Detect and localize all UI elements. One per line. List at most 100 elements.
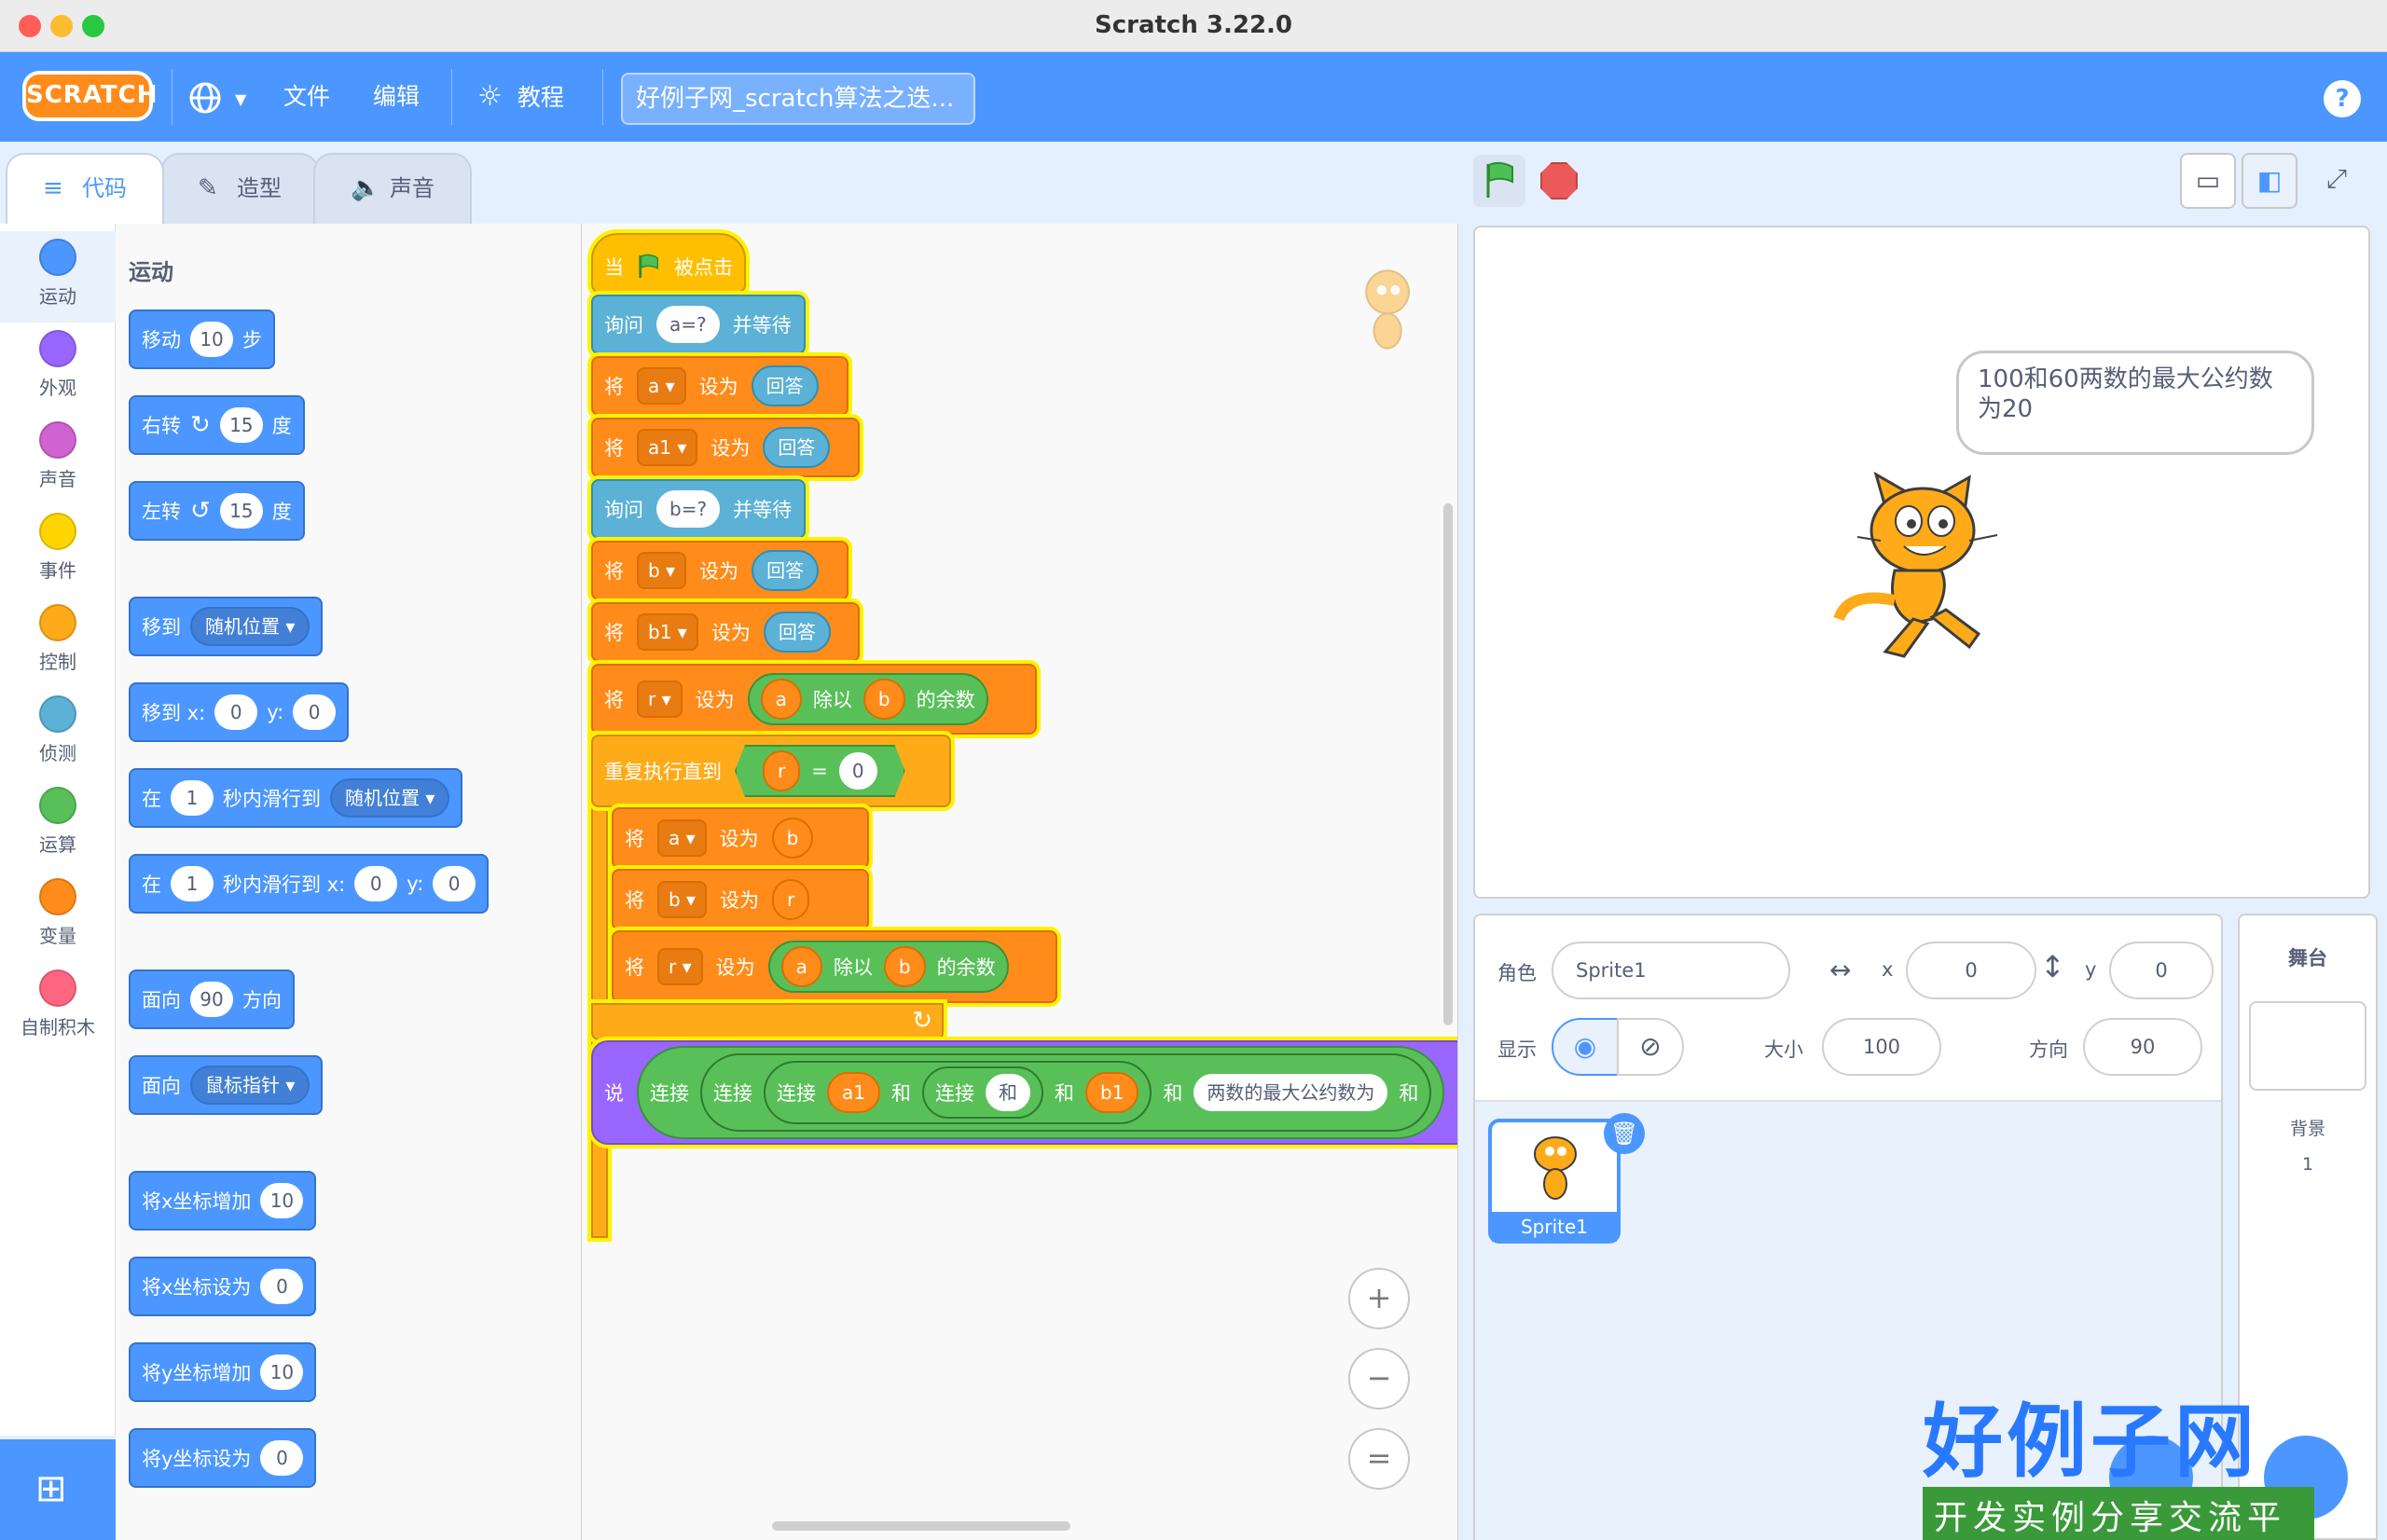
block-set-variable[interactable]: 将 a1 ▾ 设为 回答 [591, 418, 860, 477]
text-input[interactable]: 两数的最大公约数为 [1194, 1074, 1388, 1111]
steps-input[interactable]: 10 [190, 322, 233, 357]
delete-sprite-button[interactable]: 🗑 [1604, 1113, 1645, 1154]
text-input[interactable]: 和 [985, 1074, 1030, 1111]
small-stage-button[interactable]: ▭ [2180, 153, 2236, 209]
value-input[interactable]: 10 [260, 1183, 304, 1218]
block-set-y[interactable]: 将y坐标设为 0 [129, 1428, 317, 1488]
scratch-logo[interactable]: SCRATCH [22, 71, 158, 121]
mod-operator[interactable]: a 除以 b 的余数 [747, 673, 988, 725]
sprite-name-field[interactable]: Sprite1 [1552, 942, 1790, 999]
project-title-input[interactable]: 好例子网_scratch算法之迭... [621, 73, 975, 125]
block-move-steps[interactable]: 移动 10 步 [129, 309, 275, 369]
category-sensing[interactable]: 侦测 [0, 688, 116, 779]
equals-operator[interactable]: r = 0 [735, 745, 905, 797]
category-events[interactable]: 事件 [0, 505, 116, 597]
answer-reporter[interactable]: 回答 [751, 365, 819, 406]
variable-reporter[interactable]: b [862, 679, 905, 720]
variable-reporter[interactable]: b1 [1084, 1072, 1139, 1113]
variable-dropdown[interactable]: r ▾ [637, 681, 683, 718]
tab-costumes[interactable]: ✎ 造型 [160, 153, 319, 224]
answer-reporter[interactable]: 回答 [763, 612, 831, 653]
target-dropdown[interactable]: 随机位置 ▾ [330, 778, 450, 818]
x-field[interactable]: 0 [1906, 942, 2036, 999]
block-set-variable[interactable]: 将 r ▾ 设为 a 除以 b 的余数 [591, 664, 1037, 735]
seconds-input[interactable]: 1 [171, 866, 214, 901]
fullscreen-button[interactable]: ⤢ [2309, 153, 2365, 209]
block-set-x[interactable]: 将x坐标设为 0 [129, 1257, 317, 1316]
variable-dropdown[interactable]: b ▾ [657, 881, 708, 918]
cat-sprite[interactable] [1829, 470, 2016, 666]
join-operator[interactable]: 连接 和 [921, 1066, 1043, 1119]
category-control[interactable]: 控制 [0, 597, 116, 688]
block-turn-right[interactable]: 右转 ↻ 15 度 [129, 395, 305, 455]
green-flag-button[interactable] [1473, 155, 1525, 207]
variable-dropdown[interactable]: a1 ▾ [637, 429, 698, 466]
category-operators[interactable]: 运算 [0, 779, 116, 871]
variable-dropdown[interactable]: r ▾ [657, 948, 703, 985]
value-input[interactable]: 10 [260, 1354, 304, 1390]
variable-reporter[interactable]: b [771, 818, 814, 859]
value-input[interactable]: 0 [838, 752, 877, 790]
block-change-y[interactable]: 将y坐标增加 10 [129, 1342, 317, 1402]
y-input[interactable]: 0 [433, 866, 476, 901]
tab-code[interactable]: ≡ 代码 [6, 153, 164, 224]
variable-reporter[interactable]: a1 [827, 1072, 880, 1113]
block-goto-xy[interactable]: 移到 x: 0 y: 0 [129, 682, 350, 742]
variable-dropdown[interactable]: b ▾ [637, 552, 687, 589]
script-workspace[interactable]: 当 被点击 询问 a=? 并等待 将 a ▾ 设为 回答 将 a1 ▾ 设为 回… [582, 224, 1458, 1540]
block-set-variable[interactable]: 将 b1 ▾ 设为 回答 [591, 602, 860, 662]
x-input[interactable]: 0 [354, 866, 398, 901]
variable-dropdown[interactable]: b1 ▾ [637, 613, 698, 651]
category-motion[interactable]: 运动 [0, 231, 116, 323]
variable-dropdown[interactable]: a ▾ [657, 819, 707, 857]
stage-canvas[interactable]: 100和60两数的最大公约数为20 [1473, 226, 2370, 899]
category-my-blocks[interactable]: 自制积木 [0, 962, 116, 1053]
zoom-in-button[interactable]: + [1348, 1268, 1410, 1329]
variable-reporter[interactable]: r [772, 879, 810, 920]
large-stage-button[interactable]: ◧ [2242, 153, 2297, 209]
variable-dropdown[interactable]: a ▾ [637, 367, 686, 405]
add-extension-button[interactable]: ⊞ [0, 1439, 116, 1540]
value-input[interactable]: 0 [260, 1440, 304, 1476]
block-point-towards[interactable]: 面向 鼠标指针 ▾ [129, 1055, 324, 1115]
block-point-direction[interactable]: 面向 90 方向 [129, 969, 295, 1029]
y-field[interactable]: 0 [2109, 942, 2214, 999]
block-when-flag-clicked[interactable]: 当 被点击 [591, 233, 746, 293]
show-sprite-button[interactable]: ◉ [1552, 1018, 1619, 1076]
variable-reporter[interactable]: a [760, 679, 802, 720]
tutorials-menu[interactable]: ☼ 教程 [477, 73, 564, 121]
block-change-x[interactable]: 将x坐标增加 10 [129, 1171, 317, 1231]
category-looks[interactable]: 外观 [0, 323, 116, 414]
workspace-vertical-scrollbar[interactable] [1443, 503, 1453, 1025]
hide-sprite-button[interactable]: ⊘ [1617, 1018, 1684, 1076]
variable-reporter[interactable]: r [763, 750, 801, 791]
direction-input[interactable]: 90 [190, 982, 233, 1017]
answer-reporter[interactable]: 回答 [752, 550, 820, 591]
x-input[interactable]: 0 [214, 694, 258, 730]
join-operator[interactable]: 连接 连接 连接 a1 和 连接 和 和 b1 和 两数的最大公约数为 和 [637, 1046, 1445, 1139]
workspace-horizontal-scrollbar[interactable] [772, 1521, 1070, 1531]
category-variables[interactable]: 变量 [0, 871, 116, 962]
value-input[interactable]: 0 [260, 1269, 304, 1304]
answer-reporter[interactable]: 回答 [763, 427, 831, 468]
sprite-tile[interactable]: Sprite1 🗑 [1488, 1113, 1645, 1244]
language-menu[interactable]: ▼ [186, 73, 246, 121]
block-glide-random[interactable]: 在 1 秒内滑行到 随机位置 ▾ [129, 768, 463, 828]
zoom-reset-button[interactable]: = [1348, 1428, 1410, 1490]
block-set-variable[interactable]: 将 b ▾ 设为 回答 [591, 541, 849, 600]
join-operator[interactable]: 连接 a1 和 连接 和 和 b1 [764, 1061, 1152, 1124]
target-dropdown[interactable]: 鼠标指针 ▾ [190, 1066, 310, 1105]
mod-operator[interactable]: a 除以 b 的余数 [767, 941, 1009, 993]
block-goto-random[interactable]: 移到 随机位置 ▾ [129, 597, 324, 656]
file-menu[interactable]: 文件 [283, 73, 330, 121]
size-field[interactable]: 100 [1822, 1018, 1941, 1076]
edit-menu[interactable]: 编辑 [373, 73, 420, 121]
variable-reporter[interactable]: a [780, 946, 822, 987]
block-set-variable[interactable]: 将 r ▾ 设为 a 除以 b 的余数 [612, 930, 1057, 1003]
question-input[interactable]: a=? [656, 306, 720, 343]
block-ask-and-wait[interactable]: 询问 b=? 并等待 [591, 479, 806, 539]
block-ask-and-wait[interactable]: 询问 a=? 并等待 [591, 295, 806, 354]
stage-thumbnail[interactable] [2249, 1001, 2366, 1091]
block-set-variable[interactable]: 将 a ▾ 设为 b [612, 807, 869, 869]
y-input[interactable]: 0 [293, 694, 337, 730]
